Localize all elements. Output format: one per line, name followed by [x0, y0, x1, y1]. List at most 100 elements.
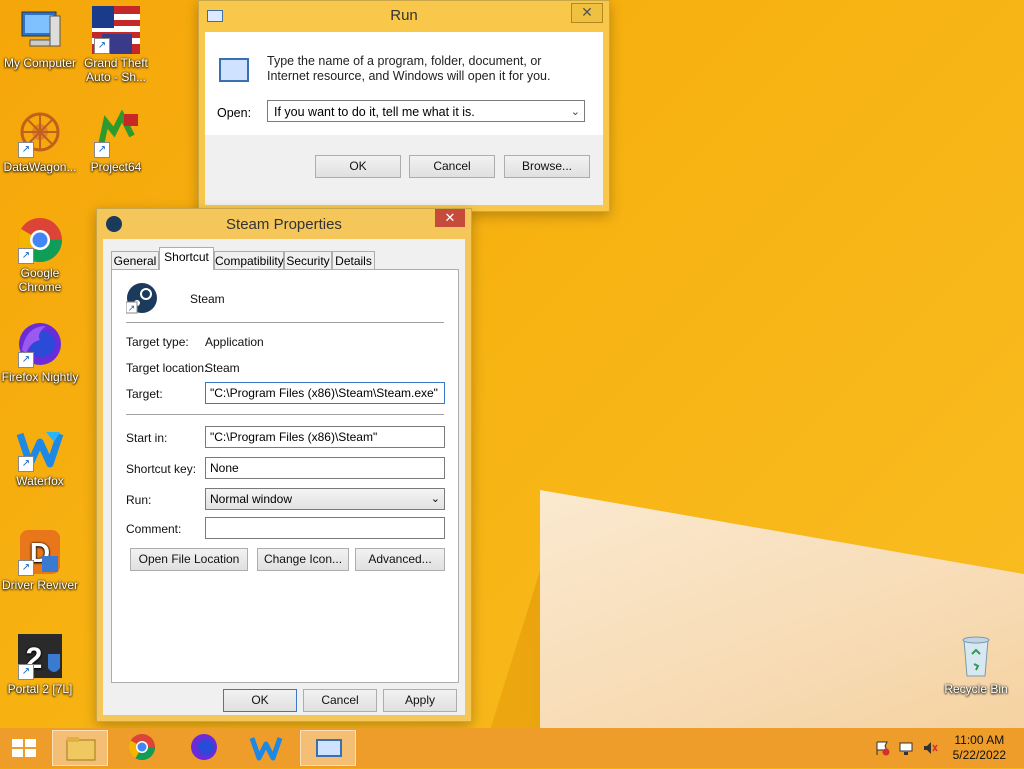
steam-app-icon: ↗	[125, 282, 158, 314]
shortcut-panel: ↗ Steam Target type: Application Target …	[111, 269, 459, 683]
shortcut-arrow-icon: ↗	[18, 560, 34, 576]
desktop-icon-label: Project64	[90, 160, 142, 174]
windows-logo-icon	[12, 739, 36, 757]
desktop-icon-google-chrome[interactable]: ↗ Google Chrome	[0, 216, 80, 294]
target-type-value: Application	[205, 335, 264, 349]
run-description: Type the name of a program, folder, docu…	[267, 54, 551, 83]
apply-button[interactable]: Apply	[383, 689, 457, 712]
run-body: Type the name of a program, folder, docu…	[205, 32, 603, 205]
desktop-icon-label: Driver Reviver	[1, 578, 78, 592]
desktop-icon-label: My Computer	[3, 56, 77, 70]
tab-security[interactable]: Security	[284, 251, 332, 269]
waterfox-icon	[249, 737, 283, 761]
svg-text:↗: ↗	[128, 304, 136, 314]
firefox-nightly-icon	[191, 734, 217, 760]
desktop-icon-project64[interactable]: ↗ Project64	[76, 109, 156, 174]
open-label: Open:	[217, 106, 252, 120]
desktop-icon-driver-reviver[interactable]: D ↗ Driver Reviver	[0, 528, 80, 592]
desktop-icon-my-computer[interactable]: My Computer	[0, 6, 80, 70]
open-input-value: If you want to do it, tell me what it is…	[274, 105, 475, 119]
target-location-value: Steam	[205, 361, 240, 375]
chrome-icon	[128, 734, 156, 761]
portal-2-icon: 2 ↗	[16, 632, 64, 680]
datawagon-icon: ↗	[16, 110, 64, 158]
shortcut-arrow-icon: ↗	[18, 664, 34, 680]
start-button[interactable]	[0, 730, 48, 766]
run-label: Run:	[126, 493, 152, 507]
divider	[126, 414, 444, 415]
shortcut-key-input[interactable]: None	[205, 457, 445, 479]
tab-compatibility[interactable]: Compatibility	[214, 251, 284, 269]
target-type-label: Target type:	[126, 335, 189, 349]
taskbar-chrome[interactable]	[114, 730, 170, 766]
desktop-icon-gta[interactable]: ↗ Grand Theft Auto - Sh...	[76, 6, 156, 84]
taskbar-firefox-nightly[interactable]	[176, 730, 232, 766]
driver-reviver-icon: D ↗	[16, 528, 64, 576]
desktop-icon-recycle-bin[interactable]: Recycle Bin	[936, 632, 1016, 696]
comment-input[interactable]	[205, 517, 445, 539]
target-input[interactable]: "C:\Program Files (x86)\Steam\Steam.exe"	[205, 382, 445, 404]
network-icon[interactable]	[898, 740, 914, 756]
desktop-icon-label: Grand Theft Auto - Sh...	[84, 56, 148, 84]
clock-date: 5/22/2022	[952, 748, 1006, 762]
waterfox-icon: ↗	[16, 424, 64, 472]
tab-details[interactable]: Details	[332, 251, 375, 269]
run-select[interactable]: Normal window ⌄	[205, 488, 445, 510]
run-title-bar[interactable]: Run ✕	[199, 1, 609, 31]
desktop-icon-firefox-nightly[interactable]: ↗ Firefox Nightly	[0, 320, 80, 384]
shortcut-arrow-icon: ↗	[94, 38, 110, 54]
run-footer: OK Cancel Browse...	[205, 135, 603, 205]
chrome-icon: ↗	[16, 216, 64, 264]
target-location-label: Target location:	[126, 361, 208, 375]
run-program-icon	[219, 58, 249, 82]
flag-icon: ↗	[92, 6, 140, 54]
cancel-button[interactable]: Cancel	[409, 155, 495, 178]
desktop-icon-label: Firefox Nightly	[1, 370, 79, 384]
change-icon-button[interactable]: Change Icon...	[257, 548, 349, 571]
steam-title-bar[interactable]: Steam Properties ✕	[97, 209, 471, 239]
run-select-value: Normal window	[210, 492, 293, 506]
chevron-down-icon: ⌄	[430, 493, 440, 505]
desktop-icon-label: Portal 2 [7L]	[7, 682, 73, 696]
chevron-down-icon[interactable]: ⌄	[571, 101, 580, 123]
open-file-location-button[interactable]: Open File Location	[130, 548, 248, 571]
taskbar-file-explorer[interactable]	[52, 730, 108, 766]
shortcut-arrow-icon: ↗	[94, 142, 110, 158]
clock-time: 11:00 AM	[954, 733, 1005, 747]
tab-shortcut[interactable]: Shortcut	[159, 247, 214, 270]
advanced-button[interactable]: Advanced...	[355, 548, 445, 571]
start-in-label: Start in:	[126, 431, 168, 445]
divider	[126, 322, 444, 323]
taskbar-waterfox[interactable]	[238, 730, 294, 766]
tab-general[interactable]: General	[111, 251, 159, 269]
close-button[interactable]: ✕	[435, 209, 465, 227]
desktop-icon-label: Google Chrome	[18, 266, 62, 294]
project64-icon: ↗	[92, 109, 140, 158]
taskbar-run[interactable]	[300, 730, 356, 766]
volume-muted-icon[interactable]	[922, 740, 938, 756]
system-clock[interactable]: 11:00 AM 5/22/2022	[953, 733, 1006, 763]
comment-label: Comment:	[126, 522, 182, 536]
ok-button[interactable]: OK	[223, 689, 297, 712]
run-dialog: Run ✕ Type the name of a program, folder…	[198, 0, 610, 212]
ok-button[interactable]: OK	[315, 155, 401, 178]
taskbar: 11:00 AM 5/22/2022	[0, 728, 1024, 768]
open-combobox[interactable]: If you want to do it, tell me what it is…	[267, 100, 585, 122]
close-button[interactable]: ✕	[571, 3, 603, 23]
steam-title: Steam Properties	[226, 216, 342, 233]
firefox-nightly-icon: ↗	[16, 320, 64, 368]
steam-properties-dialog: Steam Properties ✕ General Shortcut Comp…	[96, 208, 472, 722]
shortcut-arrow-icon: ↗	[18, 352, 34, 368]
shortcut-key-label: Shortcut key:	[126, 462, 197, 476]
start-in-input[interactable]: "C:\Program Files (x86)\Steam"	[205, 426, 445, 448]
desktop-icon-portal-2[interactable]: 2 ↗ Portal 2 [7L]	[0, 632, 80, 696]
cancel-button[interactable]: Cancel	[303, 689, 377, 712]
action-center-flag-icon[interactable]	[874, 740, 890, 756]
run-title: Run	[390, 7, 418, 24]
recycle-bin-icon	[952, 632, 1000, 680]
browse-button[interactable]: Browse...	[504, 155, 590, 178]
desktop-icon-waterfox[interactable]: ↗ Waterfox	[0, 424, 80, 488]
shortcut-arrow-icon: ↗	[18, 142, 34, 158]
steam-dialog-body: General Shortcut Compatibility Security …	[103, 239, 465, 715]
desktop-icon-datawagon[interactable]: ↗ DataWagon...	[0, 110, 80, 174]
